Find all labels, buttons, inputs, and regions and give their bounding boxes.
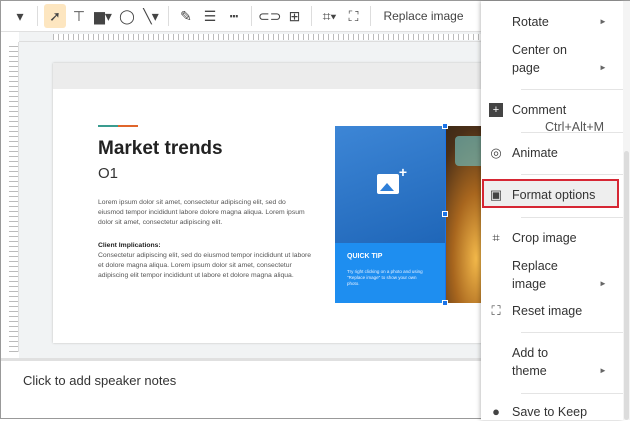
menu-scrollbar[interactable]	[623, 1, 630, 420]
keep-icon: ●	[492, 404, 500, 419]
reset-image-icon: ⛶	[491, 303, 501, 318]
menu-label: Add to theme	[512, 346, 549, 378]
slide-subtitle[interactable]: O1	[98, 165, 118, 182]
submenu-arrow-icon: ►	[599, 279, 607, 288]
vertical-ruler	[9, 42, 19, 352]
slide-title[interactable]: Market trends	[98, 138, 223, 160]
image-placeholder	[335, 126, 445, 243]
divider	[311, 6, 313, 26]
menu-divider	[521, 132, 625, 133]
implications-text[interactable]: Client Implications: Consectetur adipisci…	[98, 241, 313, 281]
format-options-icon: ▣	[489, 187, 503, 202]
speaker-notes[interactable]: Click to add speaker notes	[23, 373, 176, 388]
menu-label: Save to Keep	[512, 405, 588, 419]
pen-icon[interactable]: ✎	[175, 4, 197, 28]
reset-image-icon[interactable]: ⛶	[342, 4, 364, 28]
shape-icon[interactable]: ◯	[116, 4, 138, 28]
crop-icon: ⌗	[492, 230, 500, 245]
context-menu: Rotate ► Center on page ► + Comment Ctrl+Alt…	[481, 1, 625, 420]
menu-label: Center on page	[512, 43, 567, 75]
menu-label: Crop image	[512, 231, 577, 245]
submenu-arrow-icon: ►	[599, 63, 607, 72]
crop-icon[interactable]: ⌗▾	[318, 4, 340, 28]
animate-icon: ◎	[490, 145, 502, 160]
tip-text: Try right clicking on a photo and using …	[347, 269, 423, 286]
add-comment-icon[interactable]: ⊞	[283, 4, 305, 28]
resize-handle[interactable]	[442, 300, 448, 306]
add-comment-icon: +	[489, 103, 503, 117]
text-box-icon[interactable]: ⊤	[68, 4, 90, 28]
add-image-icon	[377, 164, 407, 194]
dropdown-arrow-icon[interactable]: ▾	[9, 4, 31, 28]
menu-label: Rotate	[512, 15, 549, 29]
resize-handle[interactable]	[442, 123, 448, 129]
replace-image-button[interactable]: Replace image	[383, 9, 463, 23]
menu-label: Comment	[512, 103, 567, 117]
menu-label: Animate	[512, 146, 558, 160]
tip-heading: QUICK TIP	[347, 253, 383, 260]
line-icon[interactable]: ╲▾	[140, 4, 162, 28]
menu-label: Reset image	[512, 304, 583, 318]
border-weight-icon[interactable]: ☰	[199, 4, 221, 28]
shortcut: Ctrl+Alt+M	[545, 120, 605, 134]
image-icon[interactable]: ▆▾	[92, 4, 114, 28]
border-dash-icon[interactable]: ┅	[223, 4, 245, 28]
menu-divider	[521, 393, 625, 394]
resize-handle[interactable]	[442, 211, 448, 217]
accent-line	[98, 125, 138, 127]
divider	[251, 6, 252, 26]
quick-tip-card[interactable]: QUICK TIP Try right clicking on a photo …	[335, 126, 445, 303]
implications-body: Consectetur adipiscing elit, sed do eius…	[98, 252, 312, 279]
menu-divider	[521, 174, 625, 175]
link-icon[interactable]: ⊂⊃	[258, 4, 281, 28]
menu-divider	[521, 89, 625, 90]
select-tool-icon[interactable]: ➚	[44, 4, 66, 28]
divider	[37, 6, 38, 26]
submenu-arrow-icon: ►	[599, 366, 607, 375]
menu-label: Replace image	[512, 259, 558, 291]
divider	[168, 6, 169, 26]
implications-heading: Client Implications:	[98, 242, 161, 249]
slide[interactable]: Market trends O1 Lorem ipsum dolor sit a…	[53, 63, 523, 343]
slide-header-band	[53, 63, 523, 89]
submenu-arrow-icon: ►	[599, 17, 607, 26]
body-text[interactable]: Lorem ipsum dolor sit amet, consectetur …	[98, 198, 313, 228]
divider	[370, 6, 372, 26]
menu-divider	[521, 217, 625, 218]
menu-divider	[521, 332, 625, 333]
menu-label: Format options	[512, 188, 596, 202]
